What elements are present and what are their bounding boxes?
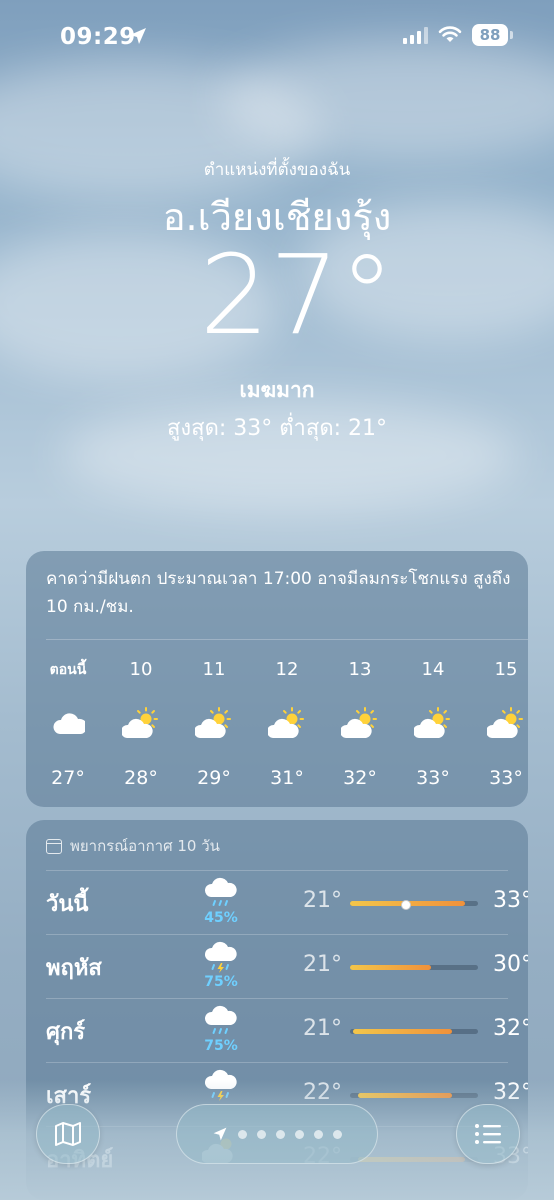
temp-range-bar bbox=[350, 1029, 478, 1034]
day-high: 30° bbox=[493, 952, 528, 977]
hour-temperature: 29° bbox=[197, 767, 231, 789]
hourly-item: 14 33° bbox=[403, 659, 463, 789]
row-divider bbox=[46, 934, 508, 935]
forecast-summary: คาดว่ามีฝนตก ประมาณเวลา 17:00 อาจมีลมกระ… bbox=[46, 569, 511, 617]
list-icon bbox=[475, 1124, 501, 1144]
my-location-label: ตำแหน่งที่ตั้งของฉัน bbox=[203, 160, 351, 180]
hourly-item: 12 31° bbox=[257, 659, 317, 789]
location-arrow-icon bbox=[213, 1127, 227, 1141]
hourly-item: ตอนนี้ 27° bbox=[38, 659, 98, 789]
current-temperature: 27° bbox=[199, 231, 395, 359]
day-low: 21° bbox=[303, 888, 342, 913]
hour-label: 11 bbox=[202, 659, 226, 680]
hour-label: 12 bbox=[275, 659, 299, 680]
forecast-title: พยากรณ์อากาศ 10 วัน bbox=[70, 837, 220, 855]
wifi-icon bbox=[438, 26, 462, 42]
calendar-icon bbox=[46, 838, 62, 854]
day-name: พฤหัส bbox=[46, 956, 102, 981]
partly-sunny-icon bbox=[184, 707, 244, 747]
page-dot[interactable] bbox=[276, 1129, 285, 1139]
rain-cloud-icon: 75% bbox=[198, 1004, 244, 1054]
location-services-icon bbox=[130, 28, 146, 44]
city-list-button[interactable] bbox=[456, 1104, 520, 1164]
day-name: ศุกร์ bbox=[46, 1020, 86, 1045]
map-button[interactable] bbox=[36, 1104, 100, 1164]
thunderstorm-icon: 75% bbox=[198, 940, 244, 990]
precip-chance: 75% bbox=[204, 974, 238, 990]
partly-sunny-icon bbox=[111, 707, 171, 747]
partly-sunny-icon bbox=[257, 707, 317, 747]
hourly-item: 15 33° bbox=[476, 659, 536, 789]
forecast-header: พยากรณ์อากาศ 10 วัน bbox=[46, 834, 220, 858]
hour-label: 10 bbox=[129, 659, 153, 680]
precip-chance: 45% bbox=[204, 910, 238, 926]
forecast-day-row[interactable]: วันนี้ 45% 21° 33° bbox=[46, 870, 528, 934]
partly-sunny-icon bbox=[403, 707, 463, 747]
location-pager[interactable] bbox=[176, 1104, 378, 1164]
hour-temperature: 33° bbox=[489, 767, 523, 789]
cloud-icon bbox=[38, 707, 98, 747]
hour-temperature: 33° bbox=[416, 767, 450, 789]
temp-range-bar bbox=[350, 965, 478, 970]
hourly-forecast-card[interactable]: คาดว่ามีฝนตก ประมาณเวลา 17:00 อาจมีลมกระ… bbox=[26, 551, 528, 807]
hour-temperature: 27° bbox=[51, 767, 85, 789]
hourly-item: 13 32° bbox=[330, 659, 390, 789]
battery-indicator: 88 bbox=[472, 24, 513, 46]
temp-range-bar bbox=[350, 899, 478, 910]
page-dot[interactable] bbox=[257, 1129, 266, 1139]
forecast-day-row[interactable]: ศุกร์ 75% 21° 32° bbox=[46, 998, 528, 1062]
status-bar: 09:29 88 bbox=[0, 0, 554, 76]
hourly-item: 10 28° bbox=[111, 659, 171, 789]
partly-sunny-icon bbox=[330, 707, 390, 747]
hour-temperature: 32° bbox=[343, 767, 377, 789]
condition-text: เมฆมาก bbox=[239, 378, 315, 402]
temp-range-fill bbox=[352, 1029, 453, 1034]
page-dot[interactable] bbox=[333, 1129, 342, 1139]
precip-chance: 75% bbox=[204, 1038, 238, 1054]
cellular-signal-icon bbox=[403, 26, 428, 44]
forecast-day-row[interactable]: พฤหัส 75% 21° 30° bbox=[46, 934, 528, 998]
hour-label: 13 bbox=[348, 659, 372, 680]
row-divider bbox=[46, 998, 508, 999]
hour-temperature: 31° bbox=[270, 767, 304, 789]
hour-label: 14 bbox=[421, 659, 445, 680]
row-divider bbox=[46, 1062, 508, 1063]
temp-range-fill bbox=[350, 965, 431, 970]
hour-temperature: 28° bbox=[124, 767, 158, 789]
partly-sunny-icon bbox=[476, 707, 536, 747]
row-divider bbox=[46, 870, 508, 871]
hour-label: ตอนนี้ bbox=[49, 662, 87, 678]
page-dot[interactable] bbox=[295, 1129, 304, 1139]
hourly-item: 11 29° bbox=[184, 659, 244, 789]
status-time: 09:29 bbox=[60, 24, 136, 50]
day-high: 33° bbox=[493, 888, 528, 913]
high-low-text: สูงสุด: 33° ต่ำสุด: 21° bbox=[166, 416, 388, 441]
day-low: 21° bbox=[303, 952, 342, 977]
page-dot[interactable] bbox=[314, 1129, 323, 1139]
current-temp-dot bbox=[401, 899, 412, 910]
battery-level: 88 bbox=[479, 26, 501, 44]
hour-label: 15 bbox=[494, 659, 518, 680]
map-icon bbox=[55, 1122, 81, 1146]
divider bbox=[46, 639, 528, 640]
day-high: 32° bbox=[493, 1016, 528, 1041]
day-name: วันนี้ bbox=[46, 892, 89, 917]
rain-cloud-icon: 45% bbox=[198, 876, 244, 926]
page-dot[interactable] bbox=[238, 1129, 247, 1139]
day-low: 21° bbox=[303, 1016, 342, 1041]
